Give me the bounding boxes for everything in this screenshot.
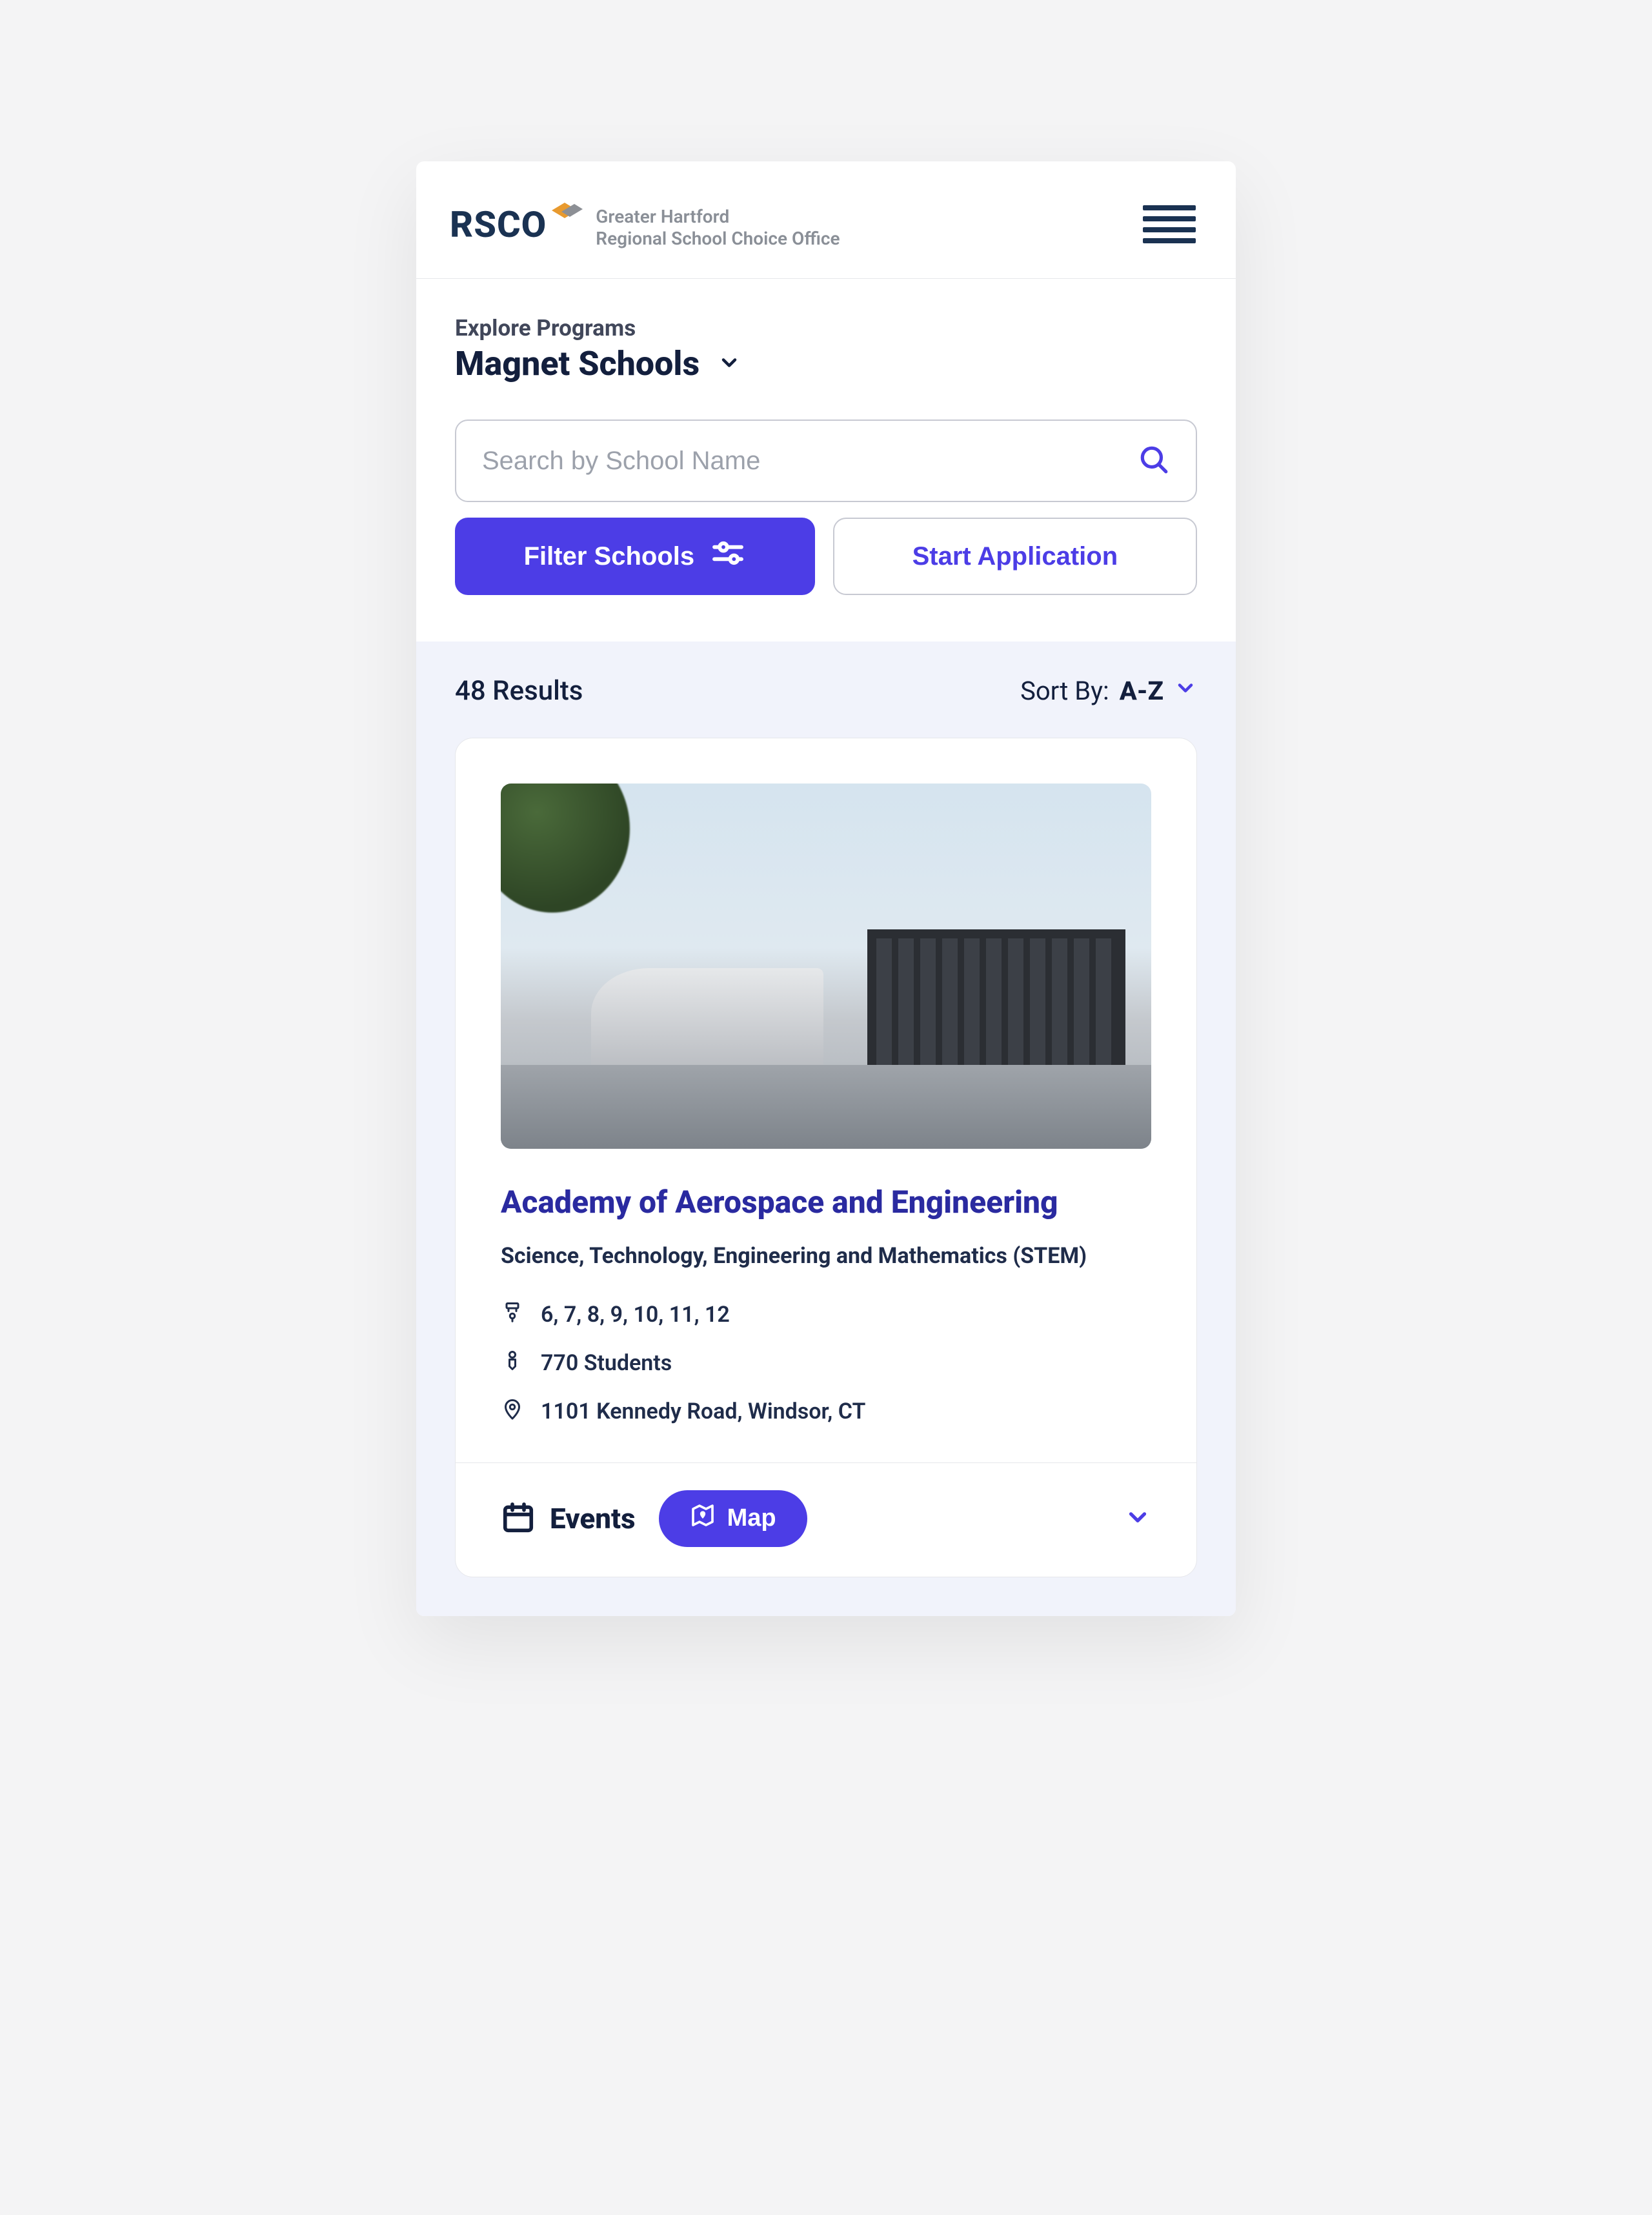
actions-row: Filter Schools Start Application: [416, 502, 1236, 642]
results-count: 48 Results: [455, 675, 583, 707]
filter-schools-button[interactable]: Filter Schools: [455, 518, 815, 595]
explore-section: Explore Programs Magnet Schools: [416, 279, 1236, 383]
address-row: 1101 Kennedy Road, Windsor, CT: [501, 1397, 1151, 1426]
search-input[interactable]: [482, 447, 1138, 476]
school-card-body: Academy of Aerospace and Engineering Sci…: [456, 1149, 1196, 1462]
school-title[interactable]: Academy of Aerospace and Engineering: [501, 1184, 1151, 1221]
logo-sub-line-1: Greater Hartford: [596, 206, 840, 227]
app-frame: RSCO Greater Hartford Regional School Ch…: [416, 161, 1236, 1616]
search-field[interactable]: [455, 420, 1197, 502]
calendar-icon: [501, 1500, 536, 1537]
students-value: 770 Students: [541, 1350, 672, 1376]
map-button[interactable]: Map: [659, 1490, 807, 1547]
menu-icon[interactable]: [1136, 199, 1202, 250]
program-dropdown[interactable]: Magnet Schools: [455, 344, 1197, 383]
start-application-label: Start Application: [912, 542, 1118, 571]
results-bar: 48 Results Sort By: A-Z: [455, 675, 1197, 707]
events-button[interactable]: Events: [501, 1500, 636, 1537]
school-subtitle: Science, Technology, Engineering and Mat…: [501, 1240, 1151, 1272]
location-icon: [501, 1397, 524, 1426]
sliders-icon: [710, 535, 746, 578]
search-icon[interactable]: [1138, 443, 1170, 478]
school-image: [501, 784, 1151, 1149]
events-label: Events: [550, 1502, 636, 1535]
search-section: [416, 383, 1236, 502]
grades-icon: [501, 1300, 524, 1330]
program-title: Magnet Schools: [455, 344, 700, 383]
map-pin-icon: [690, 1502, 716, 1535]
logo-sub-line-2: Regional School Choice Office: [596, 228, 840, 249]
logo-mark: RSCO: [450, 203, 584, 246]
address-value: 1101 Kennedy Road, Windsor, CT: [541, 1399, 865, 1424]
logo-subtitle: Greater Hartford Regional School Choice …: [596, 206, 840, 248]
logo: RSCO Greater Hartford Regional School Ch…: [450, 199, 840, 248]
grades-row: 6, 7, 8, 9, 10, 11, 12: [501, 1300, 1151, 1330]
sort-label: Sort By:: [1020, 676, 1109, 706]
sort-dropdown[interactable]: Sort By: A-Z: [1020, 676, 1197, 706]
filter-schools-label: Filter Schools: [524, 542, 695, 571]
app-header: RSCO Greater Hartford Regional School Ch…: [416, 161, 1236, 279]
card-bottom-bar: Events Map: [456, 1462, 1196, 1577]
start-application-button[interactable]: Start Application: [833, 518, 1197, 595]
expand-button[interactable]: [1124, 1504, 1151, 1533]
school-card[interactable]: Academy of Aerospace and Engineering Sci…: [455, 738, 1197, 1577]
explore-label: Explore Programs: [455, 315, 1197, 341]
grades-value: 6, 7, 8, 9, 10, 11, 12: [541, 1302, 730, 1328]
logo-text: RSCO: [450, 203, 547, 246]
school-image-wrap: [456, 738, 1196, 1149]
chevron-down-icon: [1174, 676, 1197, 706]
results-section: 48 Results Sort By: A-Z: [416, 642, 1236, 1616]
person-icon: [501, 1349, 524, 1378]
map-label: Map: [727, 1504, 776, 1532]
sort-value: A-Z: [1120, 676, 1163, 706]
logo-graduation-icon: [545, 197, 584, 226]
chevron-down-icon: [718, 351, 741, 377]
students-row: 770 Students: [501, 1349, 1151, 1378]
